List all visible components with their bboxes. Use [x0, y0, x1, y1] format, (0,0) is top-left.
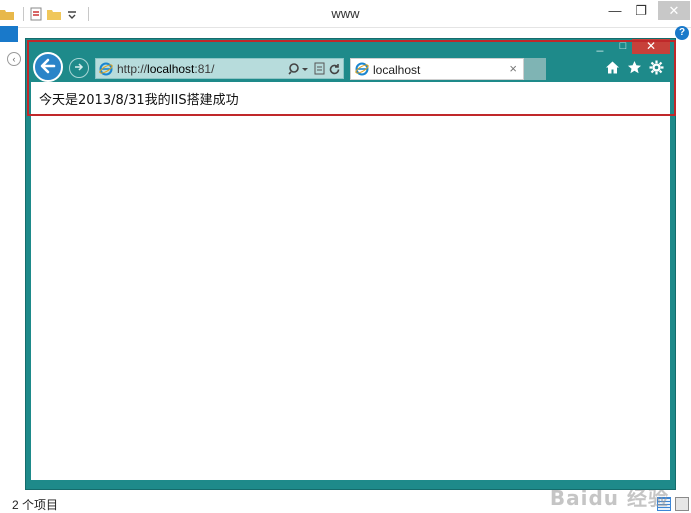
item-count: 2 个项目 [12, 498, 59, 512]
new-tab-button[interactable] [524, 58, 546, 80]
ie-maximize-button[interactable]: □ [613, 40, 633, 54]
address-bar[interactable]: http://localhost:81/ [95, 58, 344, 79]
tab-localhost[interactable]: localhost × [350, 58, 524, 80]
forward-button[interactable] [69, 58, 89, 78]
file-tab[interactable] [0, 26, 18, 42]
ie-logo-icon [355, 62, 369, 76]
refresh-icon[interactable] [327, 61, 341, 77]
large-icons-view-button[interactable] [675, 497, 689, 511]
restore-button[interactable]: ❐ [627, 2, 655, 20]
page-content: 今天是2013/8/31我的IIS搭建成功 [31, 82, 670, 480]
back-arrow-icon [39, 57, 57, 78]
close-button[interactable]: ✕ [658, 1, 690, 20]
help-icon[interactable]: ? [675, 26, 689, 40]
back-button[interactable] [33, 52, 63, 82]
minimize-button[interactable]: — [601, 2, 629, 20]
navigation-pane [0, 70, 24, 490]
ie-window: _ □ ✕ http://localhost:81/ localhost × 今… [25, 38, 676, 490]
ie-minimize-button[interactable]: _ [590, 39, 610, 54]
explorer-window-title: www [331, 6, 360, 21]
home-icon[interactable] [604, 59, 620, 75]
compatibility-view-icon[interactable] [313, 61, 327, 77]
explorer-back-icon[interactable]: ‹ [7, 52, 21, 66]
forward-arrow-icon [73, 61, 85, 76]
tab-close-button[interactable]: × [509, 61, 517, 76]
star-icon[interactable] [626, 59, 642, 75]
address-url[interactable]: http://localhost:81/ [117, 62, 214, 76]
page-message: 今天是2013/8/31我的IIS搭建成功 [39, 93, 239, 108]
ie-logo-icon [99, 62, 113, 76]
tab-label: localhost [373, 63, 421, 77]
gear-icon[interactable] [648, 59, 664, 75]
ie-command-icons [604, 58, 664, 76]
ie-close-button[interactable]: ✕ [632, 39, 670, 54]
explorer-titlebar: www — ❐ ✕ [0, 0, 691, 28]
search-dropdown-button[interactable] [288, 61, 310, 77]
